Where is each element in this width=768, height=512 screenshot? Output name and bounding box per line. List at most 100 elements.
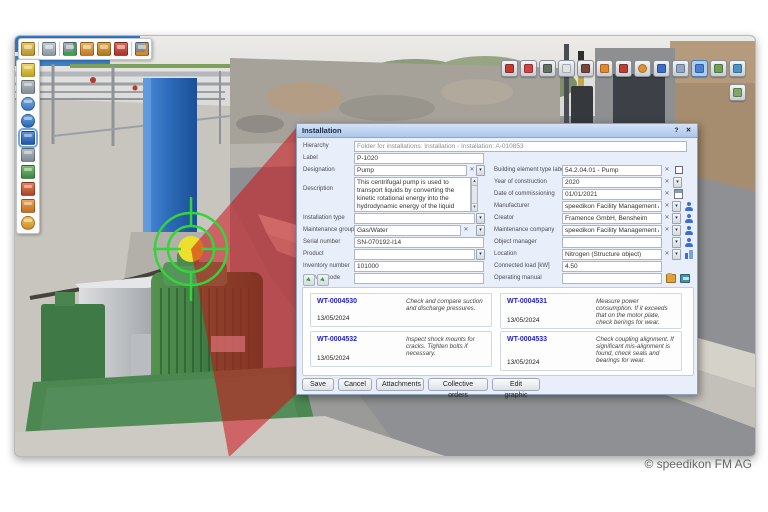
person-icon[interactable] [685,201,693,212]
dropdown-icon[interactable]: ▾ [476,225,485,236]
chart-orange-icon[interactable] [21,199,35,213]
calculator-icon[interactable] [21,80,35,94]
person-icon[interactable] [685,213,693,224]
dialog-titlebar[interactable]: Installation ? ✕ [297,124,697,138]
hydrant-icon[interactable] [634,60,651,77]
photo-green-icon[interactable] [21,165,35,179]
clear-icon[interactable]: ✕ [663,189,671,200]
print-icon[interactable] [42,42,56,56]
machine-icon[interactable] [577,60,594,77]
dropdown-icon[interactable]: ▾ [476,165,485,176]
magnifier-icon[interactable] [558,60,575,77]
folder-image-icon[interactable] [97,42,111,56]
globe2-icon[interactable] [729,60,746,77]
location-field[interactable] [562,249,662,260]
settings-icon[interactable] [135,42,149,56]
pencil-icon[interactable] [21,63,35,77]
work-ticket-card[interactable]: WT-0004533 13/05/2024 Check coupling ali… [500,331,682,371]
maintenance-group-field[interactable] [354,225,461,236]
clear-icon[interactable]: ✕ [663,177,671,188]
building-icon[interactable] [685,249,694,260]
clear-icon[interactable]: ✕ [462,225,470,236]
tools-icon[interactable] [615,60,632,77]
checkbox-icon[interactable] [675,166,683,174]
folder-export-icon[interactable] [666,274,676,283]
scanner-code-field[interactable] [354,273,484,284]
description-scrollbar[interactable]: ▴ ▾ [471,177,478,212]
key-icon[interactable] [21,42,35,56]
cluster-icon[interactable] [520,60,537,77]
ticket-id-link[interactable]: WT-0004532 [317,336,357,343]
clear-icon[interactable]: ✕ [468,165,476,176]
scroll-up-icon[interactable]: ▴ [472,178,477,186]
date-of-commissioning-field[interactable] [562,189,662,200]
dropdown-icon[interactable]: ▾ [476,249,485,260]
inventory-number-field[interactable] [354,261,484,272]
edit-graphic-button[interactable]: Edit graphic [492,378,540,391]
work-ticket-card[interactable]: WT-0004532 13/05/2024 Inspect shock moun… [310,331,492,367]
ticket-id-link[interactable]: WT-0004531 [507,298,547,305]
compass-icon[interactable] [21,97,35,111]
sphere-orange-icon[interactable] [21,216,35,230]
hierarchy-field[interactable] [354,141,687,152]
grid-icon[interactable] [21,148,35,162]
camera-icon[interactable] [729,84,746,101]
navigate-icon[interactable] [672,60,689,77]
photo-icon[interactable] [710,60,727,77]
clear-icon[interactable]: ✕ [663,213,671,224]
year-of-construction-field[interactable] [562,177,662,188]
manufacturer-field[interactable] [562,201,662,212]
link-icon[interactable] [653,60,670,77]
installation-type-field[interactable] [354,213,475,224]
help-icon[interactable]: ? [672,126,681,135]
scroll-down-icon[interactable]: ▾ [472,203,477,211]
dropdown-icon[interactable]: ▾ [672,201,681,212]
work-ticket-card[interactable]: WT-0004531 13/05/2024 Measure power cons… [500,293,682,329]
arrow-selected-icon[interactable] [691,60,708,77]
clear-icon[interactable]: ✕ [663,249,671,260]
designation-field[interactable] [354,165,467,176]
clear-icon[interactable]: ✕ [663,165,671,176]
globe-icon[interactable] [21,114,35,128]
chart-red-icon[interactable] [21,182,35,196]
attachments-button[interactable]: Attachments [376,378,424,391]
label-field[interactable] [354,153,484,164]
person-icon[interactable] [685,237,693,248]
description-field[interactable]: This centrifugal pump is used to transpo… [354,177,471,212]
ticket-id-link[interactable]: WT-0004530 [317,298,357,305]
dropdown-icon[interactable]: ▾ [672,249,681,260]
cancel-button[interactable]: Cancel [338,378,372,391]
building-element-type-field[interactable] [562,165,662,176]
dropdown-icon[interactable]: ▾ [673,177,682,188]
dropdown-icon[interactable]: ▾ [672,225,681,236]
save-button[interactable]: Save [302,378,334,391]
clear-icon[interactable]: ✕ [663,225,671,236]
person-icon[interactable] [685,225,693,236]
marker-icon[interactable] [501,60,518,77]
serial-number-field[interactable] [354,237,484,248]
monitor-export-icon[interactable] [63,42,77,56]
clear-icon[interactable]: ✕ [663,201,671,212]
dropdown-icon[interactable]: ▾ [672,213,681,224]
connected-load-field[interactable] [562,261,662,272]
object-manager-field[interactable] [562,237,662,248]
work-ticket-card[interactable]: WT-0004530 13/05/2024 Check and compare … [310,293,492,327]
collective-orders-button[interactable]: Collective orders [428,378,488,391]
collapse-all-icon[interactable] [317,274,329,286]
calendar-icon[interactable] [674,189,683,199]
image-blue-icon[interactable] [21,131,35,145]
chart-icon[interactable] [596,60,613,77]
map-icon[interactable] [539,60,556,77]
maintenance-company-field[interactable] [562,225,662,236]
manual-book-icon[interactable] [680,274,690,283]
expand-all-icon[interactable] [303,274,315,286]
image-export-icon[interactable] [80,42,94,56]
close-icon[interactable]: ✕ [684,126,693,135]
ticket-id-link[interactable]: WT-0004533 [507,336,547,343]
dropdown-icon[interactable]: ▾ [476,213,485,224]
operating-manual-field[interactable] [562,273,662,284]
window-red-icon[interactable] [114,42,128,56]
product-field[interactable] [354,249,475,260]
dropdown-icon[interactable]: ▾ [672,237,681,248]
creator-field[interactable] [562,213,662,224]
